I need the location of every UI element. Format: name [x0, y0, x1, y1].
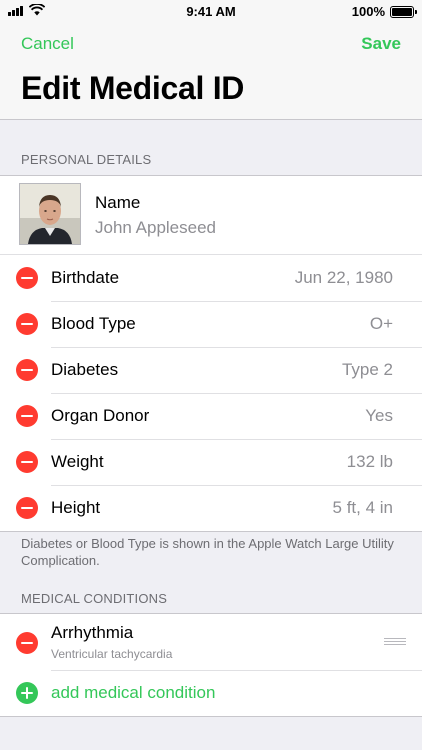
detail-row-diabetes[interactable]: Diabetes Type 2 [0, 347, 422, 393]
detail-row-height[interactable]: Height 5 ft, 4 in [0, 485, 422, 531]
name-field[interactable]: John Appleseed [95, 218, 216, 238]
detail-label: Blood Type [51, 314, 136, 333]
delete-minus-icon[interactable] [16, 497, 38, 519]
battery-percent: 100% [351, 4, 385, 19]
battery-full-icon [390, 5, 417, 18]
add-condition-row[interactable]: add medical condition [0, 670, 422, 716]
delete-minus-icon[interactable] [16, 451, 38, 473]
save-button[interactable]: Save [361, 34, 401, 54]
delete-minus-icon[interactable] [16, 359, 38, 381]
detail-label: Birthdate [51, 268, 120, 287]
detail-label: Height [51, 498, 101, 517]
detail-value[interactable]: Jun 22, 1980 [295, 268, 393, 288]
delete-minus-icon[interactable] [16, 632, 38, 654]
add-plus-icon[interactable] [16, 682, 38, 704]
delete-minus-icon[interactable] [16, 267, 38, 289]
section-header-personal-details: PERSONAL DETAILS [21, 152, 152, 167]
page-title: Edit Medical ID [21, 70, 245, 106]
status-bar: 9:41 AM 100% [0, 0, 422, 22]
profile-photo[interactable] [19, 183, 81, 245]
add-medical-condition-button[interactable]: add medical condition [51, 683, 215, 703]
navigation-bar: Cancel Save Edit Medical ID [0, 22, 422, 120]
detail-value[interactable]: 5 ft, 4 in [333, 498, 393, 518]
status-right: 100% [351, 4, 417, 19]
personal-details-group: Name John Appleseed Birthdate Jun 22, 19… [0, 175, 422, 532]
delete-minus-icon[interactable] [16, 313, 38, 335]
reorder-handle-icon[interactable] [384, 638, 406, 647]
detail-row-birthdate[interactable]: Birthdate Jun 22, 1980 [0, 255, 422, 301]
detail-row-organ-donor[interactable]: Organ Donor Yes [0, 393, 422, 439]
detail-value[interactable]: Yes [365, 406, 393, 426]
complication-footnote: Diabetes or Blood Type is shown in the A… [21, 536, 394, 568]
detail-value[interactable]: 132 lb [347, 452, 393, 472]
detail-label: Weight [51, 452, 104, 471]
name-label: Name [95, 193, 141, 212]
detail-value[interactable]: Type 2 [342, 360, 393, 380]
condition-row[interactable]: Arrhythmia Ventricular tachycardia [0, 614, 422, 670]
detail-value[interactable]: O+ [370, 314, 393, 334]
name-row[interactable]: Name John Appleseed [0, 176, 422, 255]
section-header-medical-conditions: MEDICAL CONDITIONS [21, 591, 168, 606]
detail-row-weight[interactable]: Weight 132 lb [0, 439, 422, 485]
person-photo-icon [20, 184, 80, 244]
condition-label[interactable]: Arrhythmia [51, 623, 133, 643]
medical-conditions-group: Arrhythmia Ventricular tachycardia add m… [0, 613, 422, 717]
delete-minus-icon[interactable] [16, 405, 38, 427]
detail-label: Organ Donor [51, 406, 150, 425]
condition-subtitle: Ventricular tachycardia [51, 647, 173, 661]
detail-row-blood-type[interactable]: Blood Type O+ [0, 301, 422, 347]
detail-label: Diabetes [51, 360, 119, 379]
cancel-button[interactable]: Cancel [21, 34, 74, 54]
